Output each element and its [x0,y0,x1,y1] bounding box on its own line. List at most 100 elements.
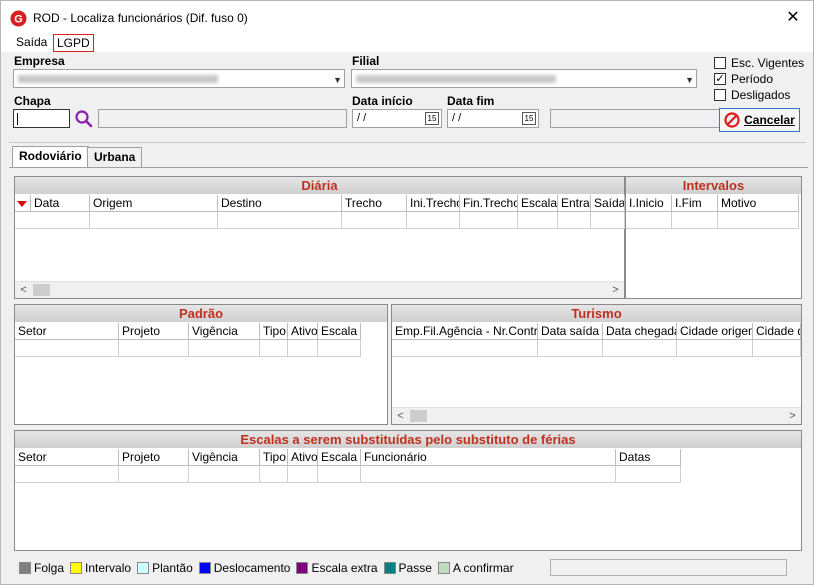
legend-item-a-confirmar: A confirmar [437,561,514,575]
esc-vigentes-checkbox[interactable]: Esc. Vigentes [714,56,804,70]
legend-label: Intervalo [85,561,132,575]
col-projeto[interactable]: Projeto [119,449,189,466]
menu-item-lgpd[interactable]: LGPD [53,34,94,52]
legend-label: A confirmar [452,561,514,575]
col-destino[interactable]: Destino [218,195,342,212]
turismo-title: Turismo [392,305,801,322]
scroll-left-icon[interactable]: < [15,282,32,298]
desligados-checkbox[interactable]: Desligados [714,88,790,102]
checkbox-box [714,89,726,101]
diaria-title: Diária [15,177,624,194]
close-icon[interactable]: ✕ [781,7,805,29]
col-setor[interactable]: Setor [15,449,119,466]
col-setor[interactable]: Setor [15,323,119,340]
col-motivo[interactable]: Motivo [718,195,799,212]
legend-label: Plantão [152,561,193,575]
filial-value-redacted [356,75,556,83]
divider [9,142,806,143]
filial-label: Filial [352,54,380,68]
data-fim-input[interactable]: / / 15 [447,109,539,128]
escalas-header: Setor Projeto Vigência Tipo Ativo Escala… [15,449,681,466]
legend-label: Escala extra [311,561,378,575]
info-display [550,109,720,128]
scroll-left-icon[interactable]: < [392,408,409,424]
col-emp-fil-agencia[interactable]: Emp.Fil.Agência - Nr.Contrato [392,323,538,340]
legend-swatch [19,562,31,574]
scroll-right-icon[interactable]: > [784,408,801,424]
table-row[interactable] [15,212,625,229]
diaria-panel: Diária Data Origem Destino Trecho Ini.Tr… [14,176,625,299]
chevron-down-icon: ▼ [333,75,342,85]
col-funcionario[interactable]: Funcionário [361,449,616,466]
legend-item-passe: Passe [383,561,432,575]
filial-dropdown[interactable]: ▼ [351,69,697,88]
menu-item-saida[interactable]: Saída [13,34,50,52]
col-ativo[interactable]: Ativo [288,323,318,340]
chapa-input[interactable] [13,109,70,128]
desligados-label: Desligados [731,88,791,102]
checkbox-box [714,57,726,69]
col-i-fim[interactable]: I.Fim [672,195,718,212]
col-ativo[interactable]: Ativo [288,449,318,466]
col-vigencia[interactable]: Vigência [189,323,260,340]
col-escala[interactable]: Escala [318,323,361,340]
table-row[interactable] [392,340,801,357]
diaria-header: Data Origem Destino Trecho Ini.Trecho Fi… [15,195,625,212]
col-data-saida[interactable]: Data saída [538,323,603,340]
turismo-horizontal-scrollbar[interactable]: < > [392,407,801,424]
col-origem[interactable]: Origem [90,195,218,212]
data-inicio-input[interactable]: / / 15 [352,109,442,128]
app-logo-icon: G [10,10,27,27]
col-data-chegada[interactable]: Data chegada [603,323,677,340]
tab-rodoviario[interactable]: Rodoviário [12,146,89,168]
col-vigencia[interactable]: Vigência [189,449,260,466]
col-ini-trecho[interactable]: Ini.Trecho [407,195,460,212]
title-bar: G ROD - Localiza funcionários (Dif. fuso… [1,1,813,34]
col-datas[interactable]: Datas [616,449,681,466]
search-icon[interactable] [74,109,93,128]
table-row[interactable] [626,212,799,229]
scroll-thumb[interactable] [33,284,50,296]
col-trecho[interactable]: Trecho [342,195,407,212]
col-cidade-origem[interactable]: Cidade origem [677,323,753,340]
scroll-right-icon[interactable]: > [607,282,624,298]
scroll-thumb[interactable] [410,410,427,422]
calendar-icon[interactable]: 15 [425,112,439,125]
intervalos-header: I.Inicio I.Fim Motivo [626,195,799,212]
cancel-button[interactable]: Cancelar [719,108,800,132]
col-projeto[interactable]: Projeto [119,323,189,340]
col-tipo[interactable]: Tipo [260,323,288,340]
periodo-checkbox[interactable]: ✓ Período [714,72,773,86]
legend-label: Passe [398,561,432,575]
chevron-down-icon: ▼ [685,75,694,85]
legend-item-deslocamento: Deslocamento [198,561,290,575]
col-i-inicio[interactable]: I.Inicio [626,195,672,212]
legend-swatch [198,562,211,574]
data-fim-value: / / [452,112,462,124]
chapa-label: Chapa [14,94,51,108]
diaria-horizontal-scrollbar[interactable]: < > [15,281,624,298]
tab-urbana[interactable]: Urbana [87,147,143,167]
col-saida[interactable]: Saída [591,195,625,212]
legend-swatch [137,562,150,574]
main-window: G ROD - Localiza funcionários (Dif. fuso… [0,0,814,585]
legend-swatch [296,562,309,574]
col-escala[interactable]: Escala [518,195,558,212]
col-escala[interactable]: Escala [318,449,361,466]
empresa-dropdown[interactable]: ▼ [13,69,345,88]
table-row[interactable] [15,340,361,357]
col-data[interactable]: Data [31,195,90,212]
col-tipo[interactable]: Tipo [260,449,288,466]
legend-label: Folga [34,561,65,575]
col-entra[interactable]: Entra [558,195,591,212]
intervalos-title: Intervalos [626,177,801,194]
cancel-button-label: Cancelar [744,113,795,127]
col-cidade-destino[interactable]: Cidade de [753,323,801,340]
check-icon: ✓ [714,73,726,85]
cancel-icon [724,112,740,128]
data-inicio-value: / / [357,112,367,124]
intervalos-panel: Intervalos I.Inicio I.Fim Motivo [625,176,802,299]
calendar-icon[interactable]: 15 [522,112,536,125]
table-row[interactable] [15,466,681,483]
col-fin-trecho[interactable]: Fin.Trecho [460,195,518,212]
